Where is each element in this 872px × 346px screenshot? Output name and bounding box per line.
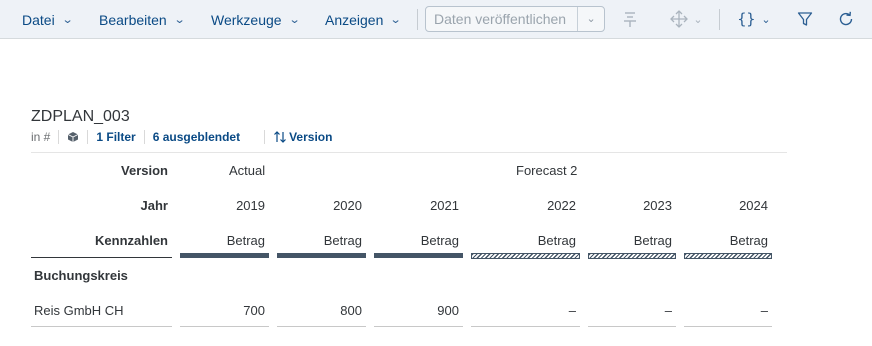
toolbar-separator xyxy=(719,9,720,30)
year-header: 2022 xyxy=(547,198,576,213)
data-cell[interactable]: 800 xyxy=(277,303,362,318)
filter-icon[interactable] xyxy=(795,9,815,29)
data-cell[interactable]: – xyxy=(471,303,576,318)
menu-bearbeiten[interactable]: Bearbeiten ⌄ xyxy=(99,0,186,39)
measure-header: Betrag xyxy=(633,233,672,248)
measure-header: Betrag xyxy=(420,233,459,248)
cell-underline xyxy=(684,326,772,327)
measure-header: Betrag xyxy=(729,233,768,248)
year-header: 2023 xyxy=(643,198,672,213)
unit-label: in # xyxy=(31,130,51,144)
row-label-version: Version xyxy=(121,163,168,178)
cell-underline xyxy=(374,326,463,327)
version-link[interactable]: Version xyxy=(289,130,332,144)
data-cell[interactable]: 900 xyxy=(374,303,459,318)
hidden-link[interactable]: 6 ausgeblendet xyxy=(153,130,240,144)
row-label-buchungskreis: Buchungskreis xyxy=(34,268,128,283)
chevron-down-icon: ⌄ xyxy=(61,14,74,26)
header-underline xyxy=(31,257,172,258)
year-header: 2024 xyxy=(739,198,768,213)
actual-bar xyxy=(277,253,366,258)
divider xyxy=(264,130,266,144)
actual-bar xyxy=(180,253,269,258)
menu-datei[interactable]: Datei ⌄ xyxy=(22,0,74,39)
version-forecast: Forecast 2 xyxy=(516,163,578,178)
divider xyxy=(58,130,60,144)
data-cell[interactable]: 700 xyxy=(180,303,265,318)
data-cell[interactable]: – xyxy=(588,303,672,318)
chevron-down-icon: ⌄ xyxy=(761,13,771,26)
cube-icon[interactable] xyxy=(67,131,79,143)
header-divider xyxy=(31,152,787,153)
refresh-icon[interactable] xyxy=(836,9,856,29)
year-header: 2019 xyxy=(236,198,265,213)
move-icon[interactable]: ⌄ xyxy=(666,9,706,29)
toolbar-separator xyxy=(417,9,418,30)
divider xyxy=(87,130,89,144)
cell-underline xyxy=(588,326,676,327)
menu-label: Werkzeuge xyxy=(211,11,282,28)
cell-underline xyxy=(31,326,172,327)
year-header: 2021 xyxy=(430,198,459,213)
year-header: 2020 xyxy=(333,198,362,213)
pin-icon[interactable] xyxy=(620,9,640,29)
chevron-down-icon: ⌄ xyxy=(173,14,186,26)
row-label-kennzahlen: Kennzahlen xyxy=(95,233,168,248)
cell-underline xyxy=(471,326,580,327)
chevron-down-icon[interactable]: ⌄ xyxy=(577,7,604,31)
publish-data-button[interactable]: Daten veröffentlichen ⌄ xyxy=(425,6,605,32)
divider xyxy=(143,130,145,144)
chevron-down-icon: ⌄ xyxy=(390,14,402,26)
publish-label: Daten veröffentlichen xyxy=(434,11,567,27)
table-title: ZDPLAN_003 xyxy=(31,108,130,125)
chevron-down-icon: ⌄ xyxy=(693,13,703,26)
menu-anzeigen[interactable]: Anzeigen ⌄ xyxy=(325,0,402,39)
toolbar: Datei ⌄ Bearbeiten ⌄ Werkzeuge ⌄ Anzeige… xyxy=(0,0,872,39)
menu-werkzeuge[interactable]: Werkzeuge ⌄ xyxy=(211,0,301,39)
forecast-bar xyxy=(471,253,580,259)
menu-label: Anzeigen xyxy=(325,11,384,28)
measure-header: Betrag xyxy=(323,233,362,248)
menu-label: Datei xyxy=(22,11,55,28)
measure-header: Betrag xyxy=(537,233,576,248)
cell-underline xyxy=(277,326,366,327)
row-label-jahr: Jahr xyxy=(140,198,168,213)
chevron-down-icon: ⌄ xyxy=(288,14,301,26)
actual-bar xyxy=(374,253,463,258)
code-braces-icon[interactable]: {} ⌄ xyxy=(736,9,772,29)
sort-icon[interactable] xyxy=(273,130,287,144)
forecast-bar xyxy=(684,253,772,259)
forecast-bar xyxy=(588,253,676,259)
filter-link[interactable]: 1 Filter xyxy=(96,130,135,144)
data-cell[interactable]: – xyxy=(684,303,768,318)
table-subheader: in # 1 Filter 6 ausgeblendet Version xyxy=(31,127,332,147)
cell-underline xyxy=(180,326,269,327)
measure-header: Betrag xyxy=(226,233,265,248)
version-actual: Actual xyxy=(229,163,266,178)
row-member-label: Reis GmbH CH xyxy=(34,303,124,318)
menu-label: Bearbeiten xyxy=(99,11,167,28)
